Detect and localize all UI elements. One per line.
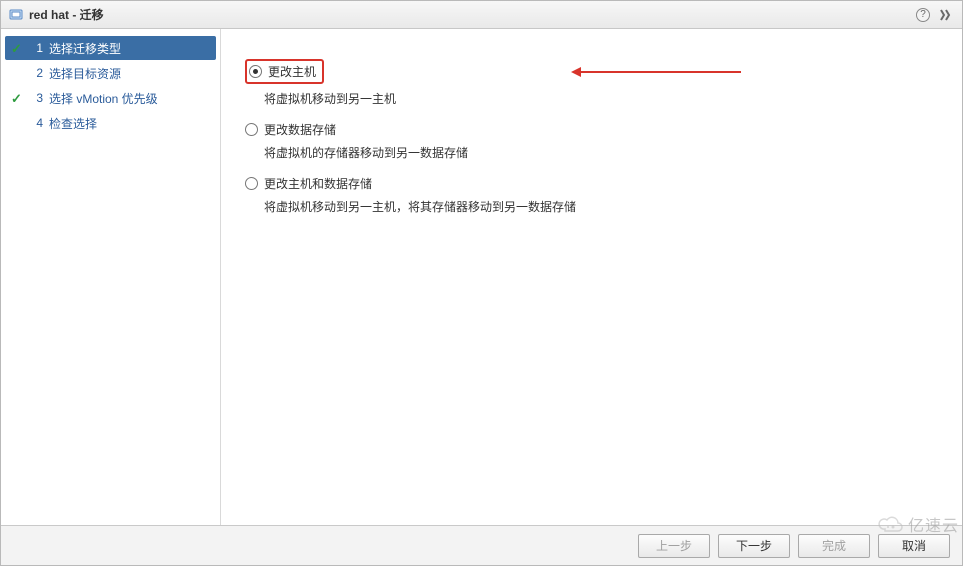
radio-row[interactable]: 更改主机 (249, 63, 316, 80)
step-label: 检查选择 (49, 115, 97, 132)
option-description: 将虚拟机移动到另一主机 (264, 90, 938, 107)
step-label: 选择目标资源 (49, 65, 121, 82)
expand-icon[interactable] (936, 6, 954, 24)
migrate-dialog: red hat - 迁移 ? ✓ 1 选择迁移类型 2 选择目标资源 ✓ 3 选… (0, 0, 963, 566)
option-change-host-and-datastore: 更改主机和数据存储 将虚拟机移动到另一主机，将其存储器移动到另一数据存储 (245, 175, 938, 215)
step-vmotion-priority[interactable]: ✓ 3 选择 vMotion 优先级 (5, 86, 216, 110)
step-migration-type[interactable]: ✓ 1 选择迁移类型 (5, 36, 216, 60)
vm-icon (9, 8, 23, 22)
option-change-datastore: 更改数据存储 将虚拟机的存储器移动到另一数据存储 (245, 121, 938, 161)
step-number: 4 (29, 116, 43, 130)
radio-icon[interactable] (249, 65, 262, 78)
step-label: 选择迁移类型 (49, 40, 121, 57)
cancel-button[interactable]: 取消 (878, 534, 950, 558)
dialog-title: red hat - 迁移 (29, 6, 910, 23)
option-label: 更改主机和数据存储 (264, 175, 372, 192)
step-review[interactable]: 4 检查选择 (5, 111, 216, 135)
option-description: 将虚拟机移动到另一主机，将其存储器移动到另一数据存储 (264, 198, 938, 215)
step-label: 选择 vMotion 优先级 (49, 90, 158, 107)
next-button[interactable]: 下一步 (718, 534, 790, 558)
dialog-footer: 上一步 下一步 完成 取消 (1, 525, 962, 565)
radio-row[interactable]: 更改主机和数据存储 (245, 175, 938, 192)
radio-row[interactable]: 更改数据存储 (245, 121, 938, 138)
dialog-body: ✓ 1 选择迁移类型 2 选择目标资源 ✓ 3 选择 vMotion 优先级 4… (1, 29, 962, 525)
option-description: 将虚拟机的存储器移动到另一数据存储 (264, 144, 938, 161)
highlight-annotation: 更改主机 (245, 59, 324, 84)
back-button[interactable]: 上一步 (638, 534, 710, 558)
step-number: 3 (29, 91, 43, 105)
main-panel: 更改主机 将虚拟机移动到另一主机 更改数据存储 将虚拟机的存储器移动到另一数据存… (221, 29, 962, 525)
option-label: 更改主机 (268, 63, 316, 80)
check-icon: ✓ (11, 41, 25, 55)
finish-button[interactable]: 完成 (798, 534, 870, 558)
help-icon[interactable]: ? (914, 6, 932, 24)
option-label: 更改数据存储 (264, 121, 336, 138)
step-target-resource[interactable]: 2 选择目标资源 (5, 61, 216, 85)
titlebar: red hat - 迁移 ? (1, 1, 962, 29)
option-change-host: 更改主机 将虚拟机移动到另一主机 (245, 59, 938, 107)
radio-icon[interactable] (245, 177, 258, 190)
step-number: 1 (29, 41, 43, 55)
radio-icon[interactable] (245, 123, 258, 136)
step-number: 2 (29, 66, 43, 80)
check-icon: ✓ (11, 91, 25, 105)
wizard-sidebar: ✓ 1 选择迁移类型 2 选择目标资源 ✓ 3 选择 vMotion 优先级 4… (1, 29, 221, 525)
